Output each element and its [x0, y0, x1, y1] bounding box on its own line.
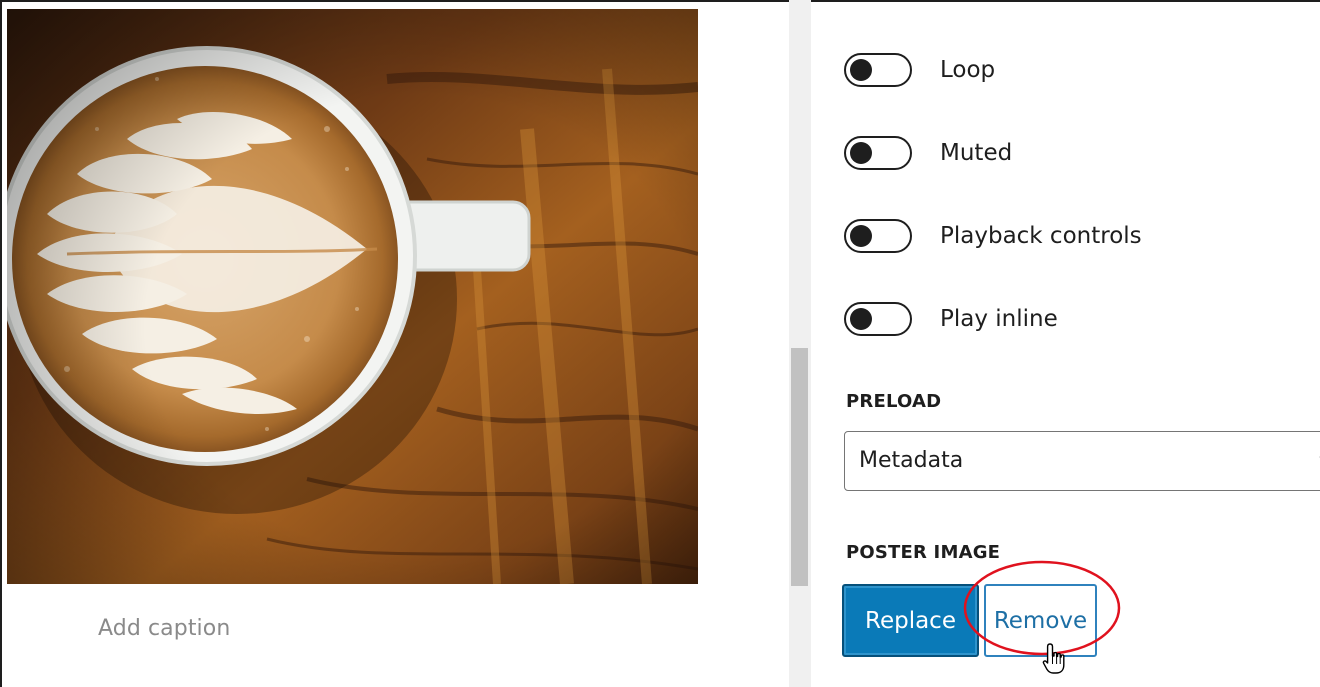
- toggle-knob: [850, 308, 872, 330]
- preload-heading: PRELOAD: [846, 391, 942, 412]
- preload-selected-value: Metadata: [859, 448, 964, 473]
- toggle-knob: [850, 225, 872, 247]
- video-poster-image[interactable]: [7, 9, 698, 584]
- play-inline-toggle[interactable]: [844, 302, 912, 336]
- toggle-knob: [850, 59, 872, 81]
- remove-button[interactable]: Remove: [984, 584, 1097, 657]
- muted-label: Muted: [940, 140, 1013, 166]
- muted-toggle-row[interactable]: Muted: [844, 133, 1012, 173]
- screen: Add caption Loop Muted Playback controls: [0, 0, 1320, 687]
- preload-select[interactable]: Metadata: [844, 431, 1320, 491]
- scrollbar-thumb[interactable]: [791, 348, 808, 586]
- replace-button[interactable]: Replace: [842, 584, 979, 657]
- editor-canvas: Add caption: [2, 2, 789, 687]
- loop-toggle-row[interactable]: Loop: [844, 50, 995, 90]
- poster-image-heading: POSTER IMAGE: [846, 542, 1001, 563]
- caption-input[interactable]: Add caption: [98, 616, 230, 641]
- play-inline-toggle-row[interactable]: Play inline: [844, 299, 1058, 339]
- loop-label: Loop: [940, 57, 996, 83]
- toggle-knob: [850, 142, 872, 164]
- playback-controls-toggle[interactable]: [844, 219, 912, 253]
- playback-controls-toggle-row[interactable]: Playback controls: [844, 216, 1142, 256]
- playback-controls-label: Playback controls: [940, 223, 1142, 249]
- play-inline-label: Play inline: [940, 306, 1058, 332]
- block-settings-panel: Loop Muted Playback controls Play inline…: [811, 2, 1320, 687]
- loop-toggle[interactable]: [844, 53, 912, 87]
- muted-toggle[interactable]: [844, 136, 912, 170]
